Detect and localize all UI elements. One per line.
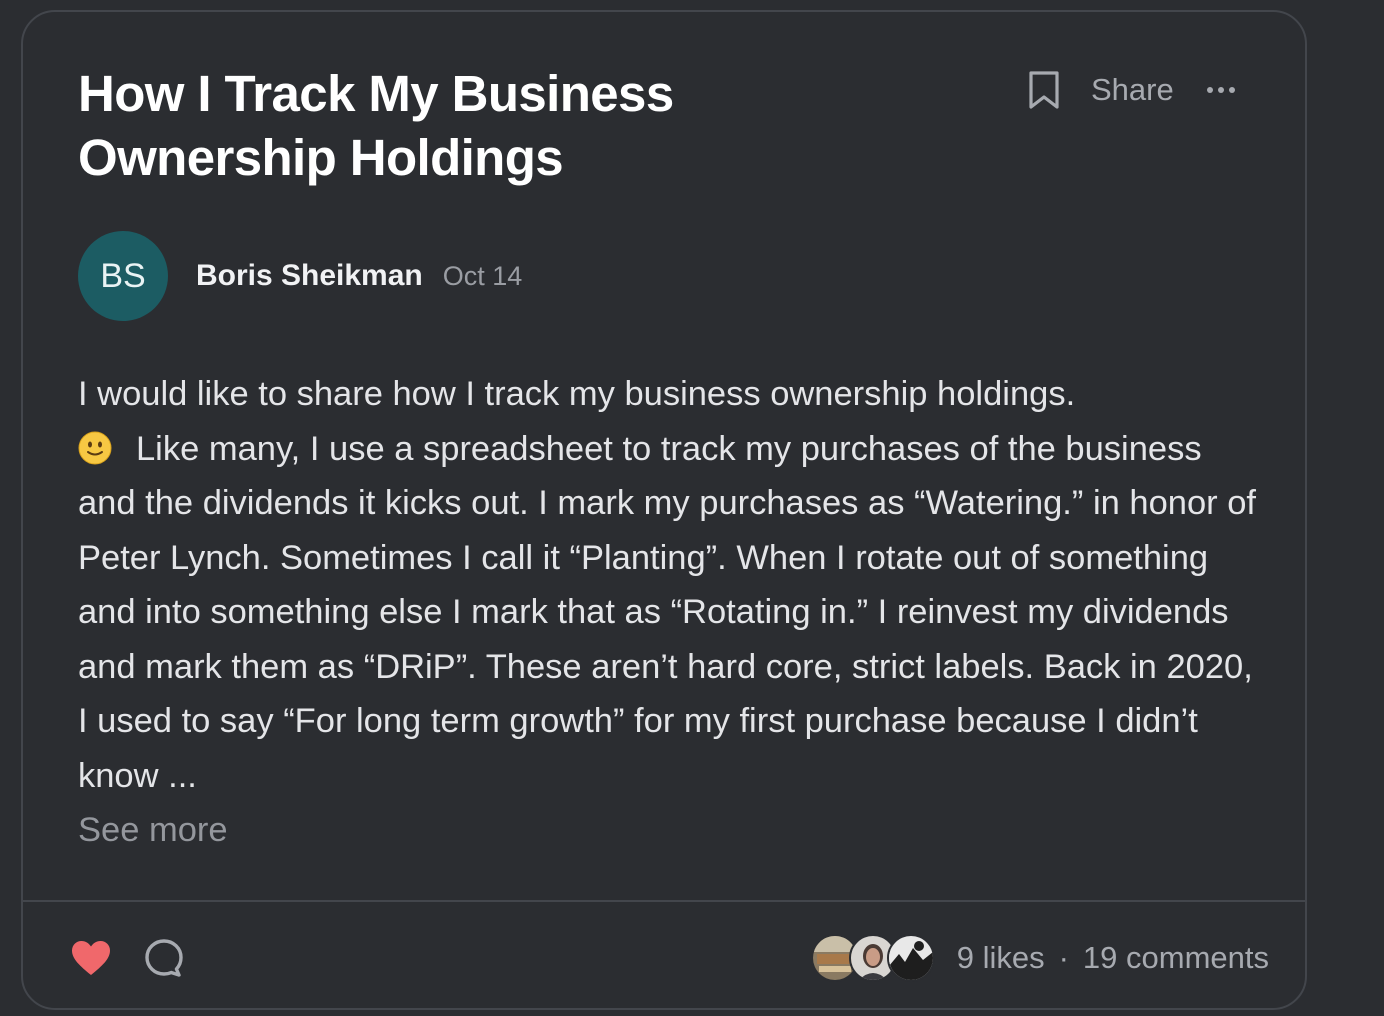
post-date: Oct 14	[442, 260, 523, 291]
post-body-line-1: I would like to share how I track my bus…	[78, 375, 1076, 413]
reaction-bar	[69, 936, 185, 980]
author-name[interactable]: Boris Sheikman	[196, 259, 423, 293]
comments-count[interactable]: 19 comments	[1083, 940, 1269, 976]
post-actions: Share	[1023, 66, 1238, 114]
more-icon[interactable]	[1204, 66, 1238, 114]
author-row: BS Boris Sheikman Oct 14	[78, 231, 522, 321]
post-title[interactable]: How I Track My Business Ownership Holdin…	[78, 62, 838, 190]
post-body[interactable]: I would like to share how I track my bus…	[78, 367, 1268, 803]
heart-icon[interactable]	[69, 938, 113, 978]
likes-count[interactable]: 9 likes	[957, 940, 1045, 976]
bookmark-icon[interactable]	[1023, 66, 1065, 114]
see-more-link[interactable]: See more	[78, 810, 228, 850]
slightly-smiling-face-icon	[78, 427, 112, 464]
footer-divider	[23, 900, 1305, 902]
separator-dot: ·	[1058, 940, 1069, 975]
post-card: How I Track My Business Ownership Holdin…	[21, 10, 1307, 1010]
avatar[interactable]: BS	[78, 231, 168, 321]
engagement-summary: 9 likes · 19 comments	[810, 932, 1269, 984]
liker-avatar	[886, 934, 935, 982]
post-body-text: Like many, I use a spreadsheet to track …	[78, 429, 1256, 795]
comment-icon[interactable]	[143, 937, 185, 979]
share-button[interactable]: Share	[1091, 72, 1174, 108]
liker-facepile[interactable]	[810, 934, 935, 982]
